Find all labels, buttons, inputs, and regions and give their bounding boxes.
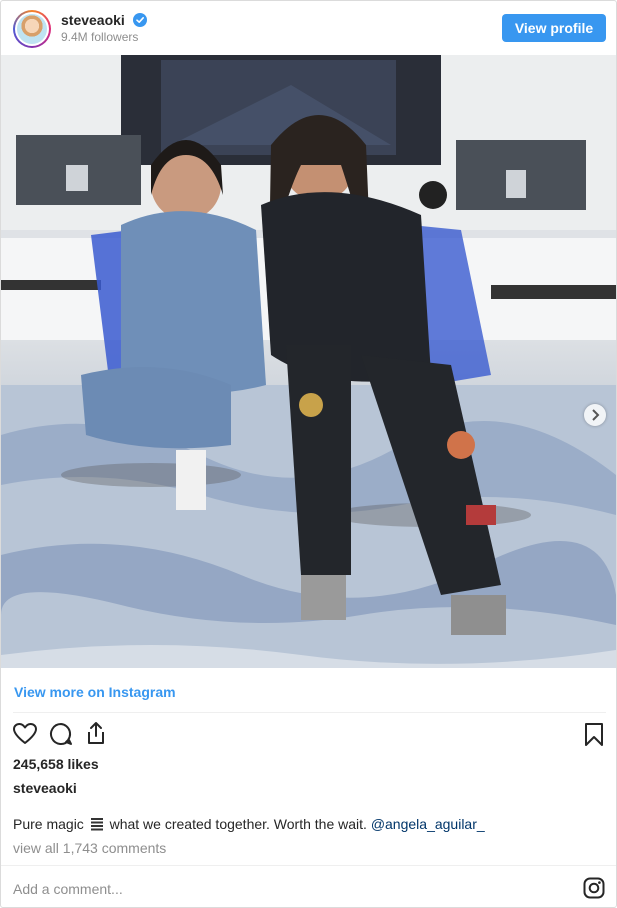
heart-icon[interactable]	[12, 721, 38, 747]
divider	[13, 712, 606, 713]
view-all-comments-link[interactable]: view all 1,743 comments	[13, 840, 166, 856]
mention-link[interactable]: @angela_aguilar_	[371, 816, 485, 832]
post-photo[interactable]	[1, 55, 616, 668]
studio-photo-illustration	[1, 55, 616, 668]
follower-count: 9.4M followers	[61, 30, 139, 44]
post-owner[interactable]: steveaoki	[13, 780, 77, 796]
verified-badge-icon	[133, 13, 147, 27]
instagram-icon[interactable]	[583, 877, 605, 899]
username[interactable]: steveaoki	[61, 12, 125, 28]
post-header: steveaoki 9.4M followers View profile	[1, 1, 616, 55]
view-profile-button[interactable]: View profile	[502, 14, 606, 42]
like-count: 245,658 likes	[13, 756, 99, 772]
post-caption: Pure magic what we created together. Wor…	[13, 816, 485, 832]
next-photo-button[interactable]	[584, 404, 606, 426]
caption-text: Pure magic	[13, 816, 88, 832]
instagram-embed-card: steveaoki 9.4M followers View profile Vi…	[0, 0, 617, 908]
comment-icon[interactable]	[48, 721, 74, 747]
bookmark-icon[interactable]	[581, 721, 607, 747]
share-icon[interactable]	[83, 720, 109, 746]
add-comment-input[interactable]: Add a comment...	[13, 881, 123, 897]
bars-emoji-icon	[90, 818, 103, 831]
caption-text: what we created together. Worth the wait…	[105, 816, 371, 832]
divider	[1, 865, 616, 866]
avatar[interactable]	[13, 10, 51, 48]
view-more-link[interactable]: View more on Instagram	[14, 684, 176, 700]
chevron-right-icon	[592, 409, 600, 421]
